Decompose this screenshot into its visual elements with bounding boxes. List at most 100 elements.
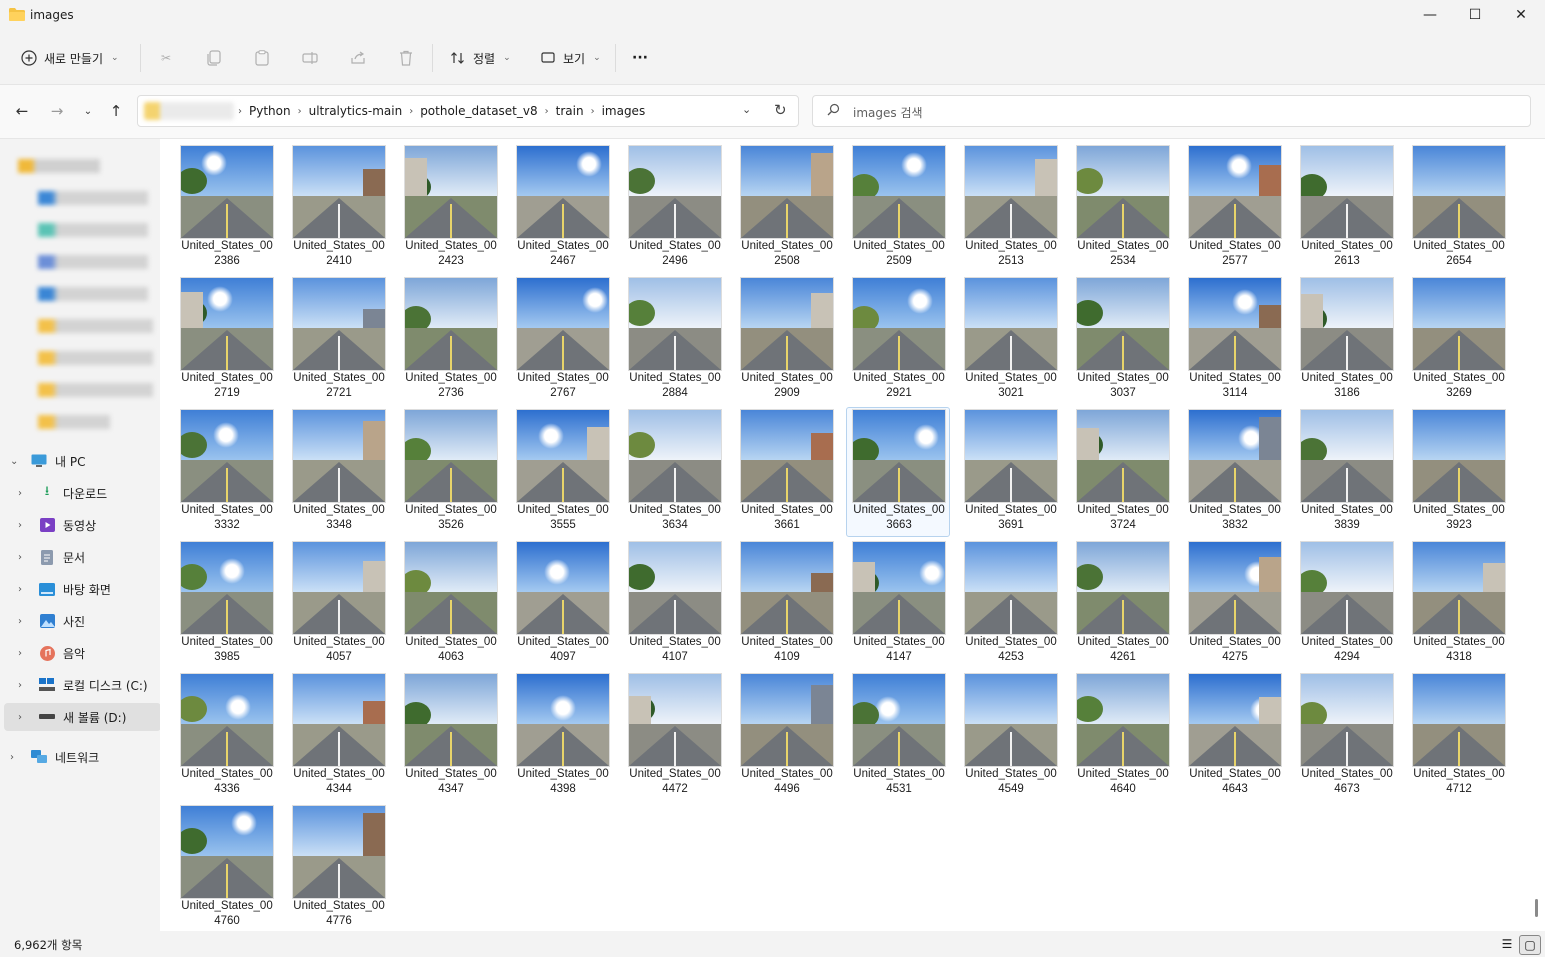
file-item[interactable]: United_States_00 3691: [958, 407, 1062, 537]
file-item[interactable]: United_States_00 2613: [1294, 143, 1398, 273]
file-item[interactable]: United_States_00 3663: [846, 407, 950, 537]
recent-locations-button[interactable]: ⌄: [77, 100, 99, 122]
file-item[interactable]: United_States_00 4147: [846, 539, 950, 669]
file-item[interactable]: United_States_00 2767: [510, 275, 614, 405]
sidebar-item-volume-d[interactable]: › 새 볼륨 (D:): [4, 703, 161, 731]
file-item[interactable]: United_States_00 3724: [1070, 407, 1174, 537]
close-button[interactable]: ✕: [1498, 0, 1544, 30]
file-item[interactable]: United_States_00 3037: [1070, 275, 1174, 405]
file-item[interactable]: United_States_00 4347: [398, 671, 502, 801]
cut-button[interactable]: ✂: [157, 45, 175, 71]
file-item[interactable]: United_States_00 2654: [1406, 143, 1510, 273]
refresh-icon[interactable]: ↻: [774, 101, 787, 119]
file-item[interactable]: United_States_00 4275: [1182, 539, 1286, 669]
file-item[interactable]: United_States_00 4673: [1294, 671, 1398, 801]
file-item[interactable]: United_States_00 3269: [1406, 275, 1510, 405]
file-item[interactable]: United_States_00 4057: [286, 539, 390, 669]
file-item[interactable]: United_States_00 2534: [1070, 143, 1174, 273]
file-item[interactable]: United_States_00 4496: [734, 671, 838, 801]
file-item[interactable]: United_States_00 3021: [958, 275, 1062, 405]
file-item[interactable]: United_States_00 2467: [510, 143, 614, 273]
breadcrumb-item[interactable]: Python: [249, 104, 291, 118]
file-item[interactable]: United_States_00 4643: [1182, 671, 1286, 801]
file-item[interactable]: United_States_00 4640: [1070, 671, 1174, 801]
sidebar-item-network[interactable]: › 네트워크: [0, 743, 157, 771]
file-item[interactable]: United_States_00 2508: [734, 143, 838, 273]
thumbnail-view-button[interactable]: ▢: [1519, 935, 1541, 955]
file-item[interactable]: United_States_00 4063: [398, 539, 502, 669]
file-item[interactable]: United_States_00 3348: [286, 407, 390, 537]
address-dropdown-icon[interactable]: ⌄: [742, 103, 751, 116]
details-view-button[interactable]: ☰: [1497, 935, 1517, 953]
file-item[interactable]: United_States_00 2884: [622, 275, 726, 405]
file-item[interactable]: United_States_00 3332: [174, 407, 278, 537]
forward-button[interactable]: →: [46, 100, 68, 122]
file-item[interactable]: United_States_00 4336: [174, 671, 278, 801]
file-item[interactable]: United_States_00 2509: [846, 143, 950, 273]
file-item[interactable]: United_States_00 4107: [622, 539, 726, 669]
file-item[interactable]: United_States_00 4549: [958, 671, 1062, 801]
file-item[interactable]: United_States_00 4760: [174, 803, 278, 933]
sidebar-item-documents[interactable]: › 문서: [0, 543, 165, 571]
file-item[interactable]: United_States_00 4398: [510, 671, 614, 801]
file-item[interactable]: United_States_00 4261: [1070, 539, 1174, 669]
breadcrumb-item[interactable]: pothole_dataset_v8: [420, 104, 537, 118]
file-item[interactable]: United_States_00 3832: [1182, 407, 1286, 537]
breadcrumb-item[interactable]: train: [556, 104, 584, 118]
file-item[interactable]: United_States_00 3555: [510, 407, 614, 537]
breadcrumb-item[interactable]: images: [602, 104, 646, 118]
file-item[interactable]: United_States_00 3839: [1294, 407, 1398, 537]
new-button[interactable]: 새로 만들기 ⌄: [20, 45, 119, 71]
scrollbar-thumb[interactable]: [1535, 899, 1538, 917]
file-item[interactable]: United_States_00 2909: [734, 275, 838, 405]
file-item[interactable]: United_States_00 3634: [622, 407, 726, 537]
view-button[interactable]: 보기 ⌄: [539, 45, 601, 71]
sidebar-item-desktop[interactable]: › 바탕 화면: [0, 575, 165, 603]
vertical-scrollbar[interactable]: [1530, 139, 1545, 931]
file-item[interactable]: United_States_00 4109: [734, 539, 838, 669]
copy-button[interactable]: [205, 45, 223, 71]
file-item[interactable]: United_States_00 2721: [286, 275, 390, 405]
sidebar-item-downloads[interactable]: › ⭳ 다운로드: [0, 479, 165, 507]
file-item[interactable]: United_States_00 3114: [1182, 275, 1286, 405]
file-item[interactable]: United_States_00 4472: [622, 671, 726, 801]
file-item[interactable]: United_States_00 4253: [958, 539, 1062, 669]
paste-button[interactable]: [253, 45, 271, 71]
file-item[interactable]: United_States_00 2410: [286, 143, 390, 273]
file-item[interactable]: United_States_00 2513: [958, 143, 1062, 273]
minimize-button[interactable]: —: [1407, 0, 1453, 30]
file-item[interactable]: United_States_00 4344: [286, 671, 390, 801]
file-item[interactable]: United_States_00 2496: [622, 143, 726, 273]
file-item[interactable]: United_States_00 3661: [734, 407, 838, 537]
file-item[interactable]: United_States_00 4097: [510, 539, 614, 669]
up-button[interactable]: ↑: [105, 100, 127, 122]
maximize-button[interactable]: ☐: [1452, 0, 1498, 30]
file-item[interactable]: United_States_00 2921: [846, 275, 950, 405]
file-item[interactable]: United_States_00 4294: [1294, 539, 1398, 669]
file-item[interactable]: United_States_00 2736: [398, 275, 502, 405]
sidebar-item-this-pc[interactable]: ⌄ 내 PC: [0, 447, 157, 475]
file-item[interactable]: United_States_00 3526: [398, 407, 502, 537]
file-item[interactable]: United_States_00 3186: [1294, 275, 1398, 405]
file-item[interactable]: United_States_00 2423: [398, 143, 502, 273]
search-box[interactable]: images 검색: [812, 95, 1531, 127]
file-item[interactable]: United_States_00 4318: [1406, 539, 1510, 669]
sidebar-item-pictures[interactable]: › 사진: [0, 607, 165, 635]
delete-button[interactable]: [397, 45, 415, 71]
file-item[interactable]: United_States_00 4712: [1406, 671, 1510, 801]
back-button[interactable]: ←: [11, 100, 33, 122]
sidebar-item-local-disk-c[interactable]: › 로컬 디스크 (C:): [0, 671, 165, 699]
rename-button[interactable]: [301, 45, 319, 71]
file-item[interactable]: United_States_00 4531: [846, 671, 950, 801]
file-item[interactable]: United_States_00 3923: [1406, 407, 1510, 537]
share-button[interactable]: [349, 45, 367, 71]
file-item[interactable]: United_States_00 2386: [174, 143, 278, 273]
sidebar-item-music[interactable]: › 음악: [0, 639, 165, 667]
file-item[interactable]: United_States_00 4776: [286, 803, 390, 933]
file-item[interactable]: United_States_00 2577: [1182, 143, 1286, 273]
sort-button[interactable]: 정렬 ⌄: [449, 45, 511, 71]
file-item[interactable]: United_States_00 2719: [174, 275, 278, 405]
more-options-button[interactable]: ···: [632, 45, 648, 71]
address-bar[interactable]: › Python › ultralytics-main › pothole_da…: [137, 95, 799, 127]
file-item[interactable]: United_States_00 3985: [174, 539, 278, 669]
